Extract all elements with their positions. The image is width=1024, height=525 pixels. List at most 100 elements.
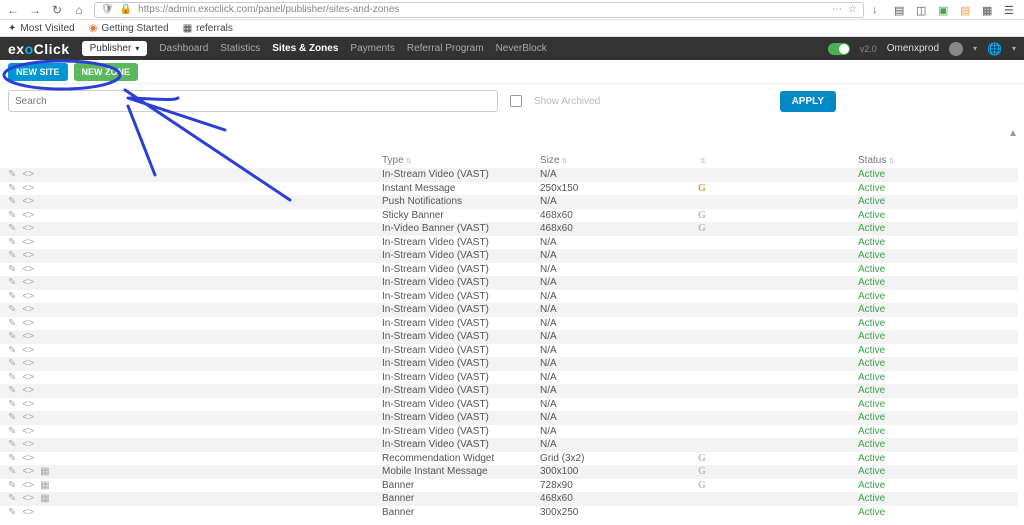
code-icon[interactable]: <>	[22, 237, 34, 248]
code-icon[interactable]: <>	[22, 426, 34, 437]
th-size[interactable]: Size	[540, 155, 559, 166]
forward-icon[interactable]: →	[28, 3, 42, 17]
show-archived-checkbox[interactable]	[510, 95, 522, 107]
code-icon[interactable]: <>	[22, 480, 34, 491]
code-icon[interactable]: <>	[22, 223, 34, 234]
code-icon[interactable]: <>	[22, 318, 34, 329]
ext2-icon[interactable]: ▤	[960, 4, 974, 16]
edit-icon[interactable]: ✎	[8, 196, 16, 207]
back-icon[interactable]: ←	[6, 3, 20, 17]
code-icon[interactable]: <>	[22, 439, 34, 450]
code-icon[interactable]: <>	[22, 331, 34, 342]
avatar[interactable]	[949, 42, 963, 56]
ext1-icon[interactable]: ▣	[938, 4, 952, 16]
cell-type: In-Stream Video (VAST)	[382, 304, 540, 315]
nav-neverblock[interactable]: NeverBlock	[496, 43, 547, 54]
home-icon[interactable]: ⌂	[72, 3, 86, 17]
edit-icon[interactable]: ✎	[8, 426, 16, 437]
edit-icon[interactable]: ✎	[8, 412, 16, 423]
th-type[interactable]: Type	[382, 155, 404, 166]
extra-icon[interactable]: ▦	[40, 493, 49, 504]
edit-icon[interactable]: ✎	[8, 385, 16, 396]
code-icon[interactable]: <>	[22, 196, 34, 207]
edit-icon[interactable]: ✎	[8, 345, 16, 356]
edit-icon[interactable]: ✎	[8, 331, 16, 342]
edit-icon[interactable]: ✎	[8, 466, 16, 477]
user-caret-icon[interactable]: ▾	[973, 44, 977, 53]
code-icon[interactable]: <>	[22, 169, 34, 180]
sort-icon: ⇅	[561, 158, 567, 165]
new-zone-button[interactable]: NEW ZONE	[74, 63, 139, 81]
toggle-switch[interactable]	[828, 43, 850, 55]
code-icon[interactable]: <>	[22, 358, 34, 369]
code-icon[interactable]: <>	[22, 507, 34, 518]
firefox-icon: ◉	[89, 23, 98, 34]
globe-icon[interactable]: 🌐	[987, 42, 1002, 56]
cell-size: N/A	[540, 426, 698, 437]
edit-icon[interactable]: ✎	[8, 318, 16, 329]
edit-icon[interactable]: ✎	[8, 372, 16, 383]
url-bar[interactable]: 🛡 🔒 https://admin.exoclick.com/panel/pub…	[94, 2, 864, 18]
library-icon[interactable]: ▤	[894, 4, 908, 16]
code-icon[interactable]: <>	[22, 385, 34, 396]
code-icon[interactable]: <>	[22, 453, 34, 464]
bookmark-referrals[interactable]: ▦referrals	[183, 23, 233, 34]
code-icon[interactable]: <>	[22, 210, 34, 221]
reload-icon[interactable]: ↻	[50, 3, 64, 17]
nav-payments[interactable]: Payments	[350, 43, 394, 54]
cell-type: In-Stream Video (VAST)	[382, 291, 540, 302]
edit-icon[interactable]: ✎	[8, 507, 16, 518]
th-status[interactable]: Status	[858, 155, 886, 166]
edit-icon[interactable]: ✎	[8, 169, 16, 180]
code-icon[interactable]: <>	[22, 345, 34, 356]
code-icon[interactable]: <>	[22, 291, 34, 302]
role-dropdown[interactable]: Publisher▾	[82, 41, 148, 56]
new-site-button[interactable]: NEW SITE	[8, 63, 68, 81]
bookmark-getting-started[interactable]: ◉Getting Started	[89, 23, 169, 34]
code-icon[interactable]: <>	[22, 304, 34, 315]
star-outline-icon[interactable]: ☆	[848, 4, 857, 15]
nav-dashboard[interactable]: Dashboard	[159, 43, 208, 54]
bookmark-most-visited[interactable]: ✦Most Visited	[8, 23, 75, 34]
edit-icon[interactable]: ✎	[8, 223, 16, 234]
edit-icon[interactable]: ✎	[8, 264, 16, 275]
nav-statistics[interactable]: Statistics	[220, 43, 260, 54]
edit-icon[interactable]: ✎	[8, 453, 16, 464]
nav-referral-program[interactable]: Referral Program	[407, 43, 484, 54]
code-icon[interactable]: <>	[22, 493, 34, 504]
edit-icon[interactable]: ✎	[8, 399, 16, 410]
extra-icon[interactable]: ▦	[40, 480, 49, 491]
edit-icon[interactable]: ✎	[8, 493, 16, 504]
code-icon[interactable]: <>	[22, 250, 34, 261]
status-badge: Active	[858, 250, 885, 261]
kebab-icon[interactable]: ⋯	[832, 4, 842, 15]
code-icon[interactable]: <>	[22, 466, 34, 477]
lang-caret-icon[interactable]: ▾	[1012, 44, 1016, 53]
edit-icon[interactable]: ✎	[8, 304, 16, 315]
edit-icon[interactable]: ✎	[8, 358, 16, 369]
download-icon[interactable]: ↓	[872, 4, 886, 16]
edit-icon[interactable]: ✎	[8, 439, 16, 450]
code-icon[interactable]: <>	[22, 372, 34, 383]
menu-icon[interactable]: ☰	[1004, 4, 1018, 16]
edit-icon[interactable]: ✎	[8, 277, 16, 288]
apply-button[interactable]: APPLY	[780, 91, 836, 112]
edit-icon[interactable]: ✎	[8, 237, 16, 248]
edit-icon[interactable]: ✎	[8, 210, 16, 221]
edit-icon[interactable]: ✎	[8, 291, 16, 302]
sidebar-icon[interactable]: ◫	[916, 4, 930, 16]
code-icon[interactable]: <>	[22, 264, 34, 275]
edit-icon[interactable]: ✎	[8, 250, 16, 261]
search-input[interactable]	[8, 90, 498, 112]
code-icon[interactable]: <>	[22, 412, 34, 423]
status-badge: Active	[858, 385, 885, 396]
code-icon[interactable]: <>	[22, 277, 34, 288]
code-icon[interactable]: <>	[22, 183, 34, 194]
code-icon[interactable]: <>	[22, 399, 34, 410]
nav-sites-zones[interactable]: Sites & Zones	[272, 43, 338, 54]
extra-icon[interactable]: ▦	[40, 466, 49, 477]
collapse-icon[interactable]: ▲	[1008, 128, 1018, 139]
edit-icon[interactable]: ✎	[8, 480, 16, 491]
edit-icon[interactable]: ✎	[8, 183, 16, 194]
ext3-icon[interactable]: ▦	[982, 4, 996, 16]
